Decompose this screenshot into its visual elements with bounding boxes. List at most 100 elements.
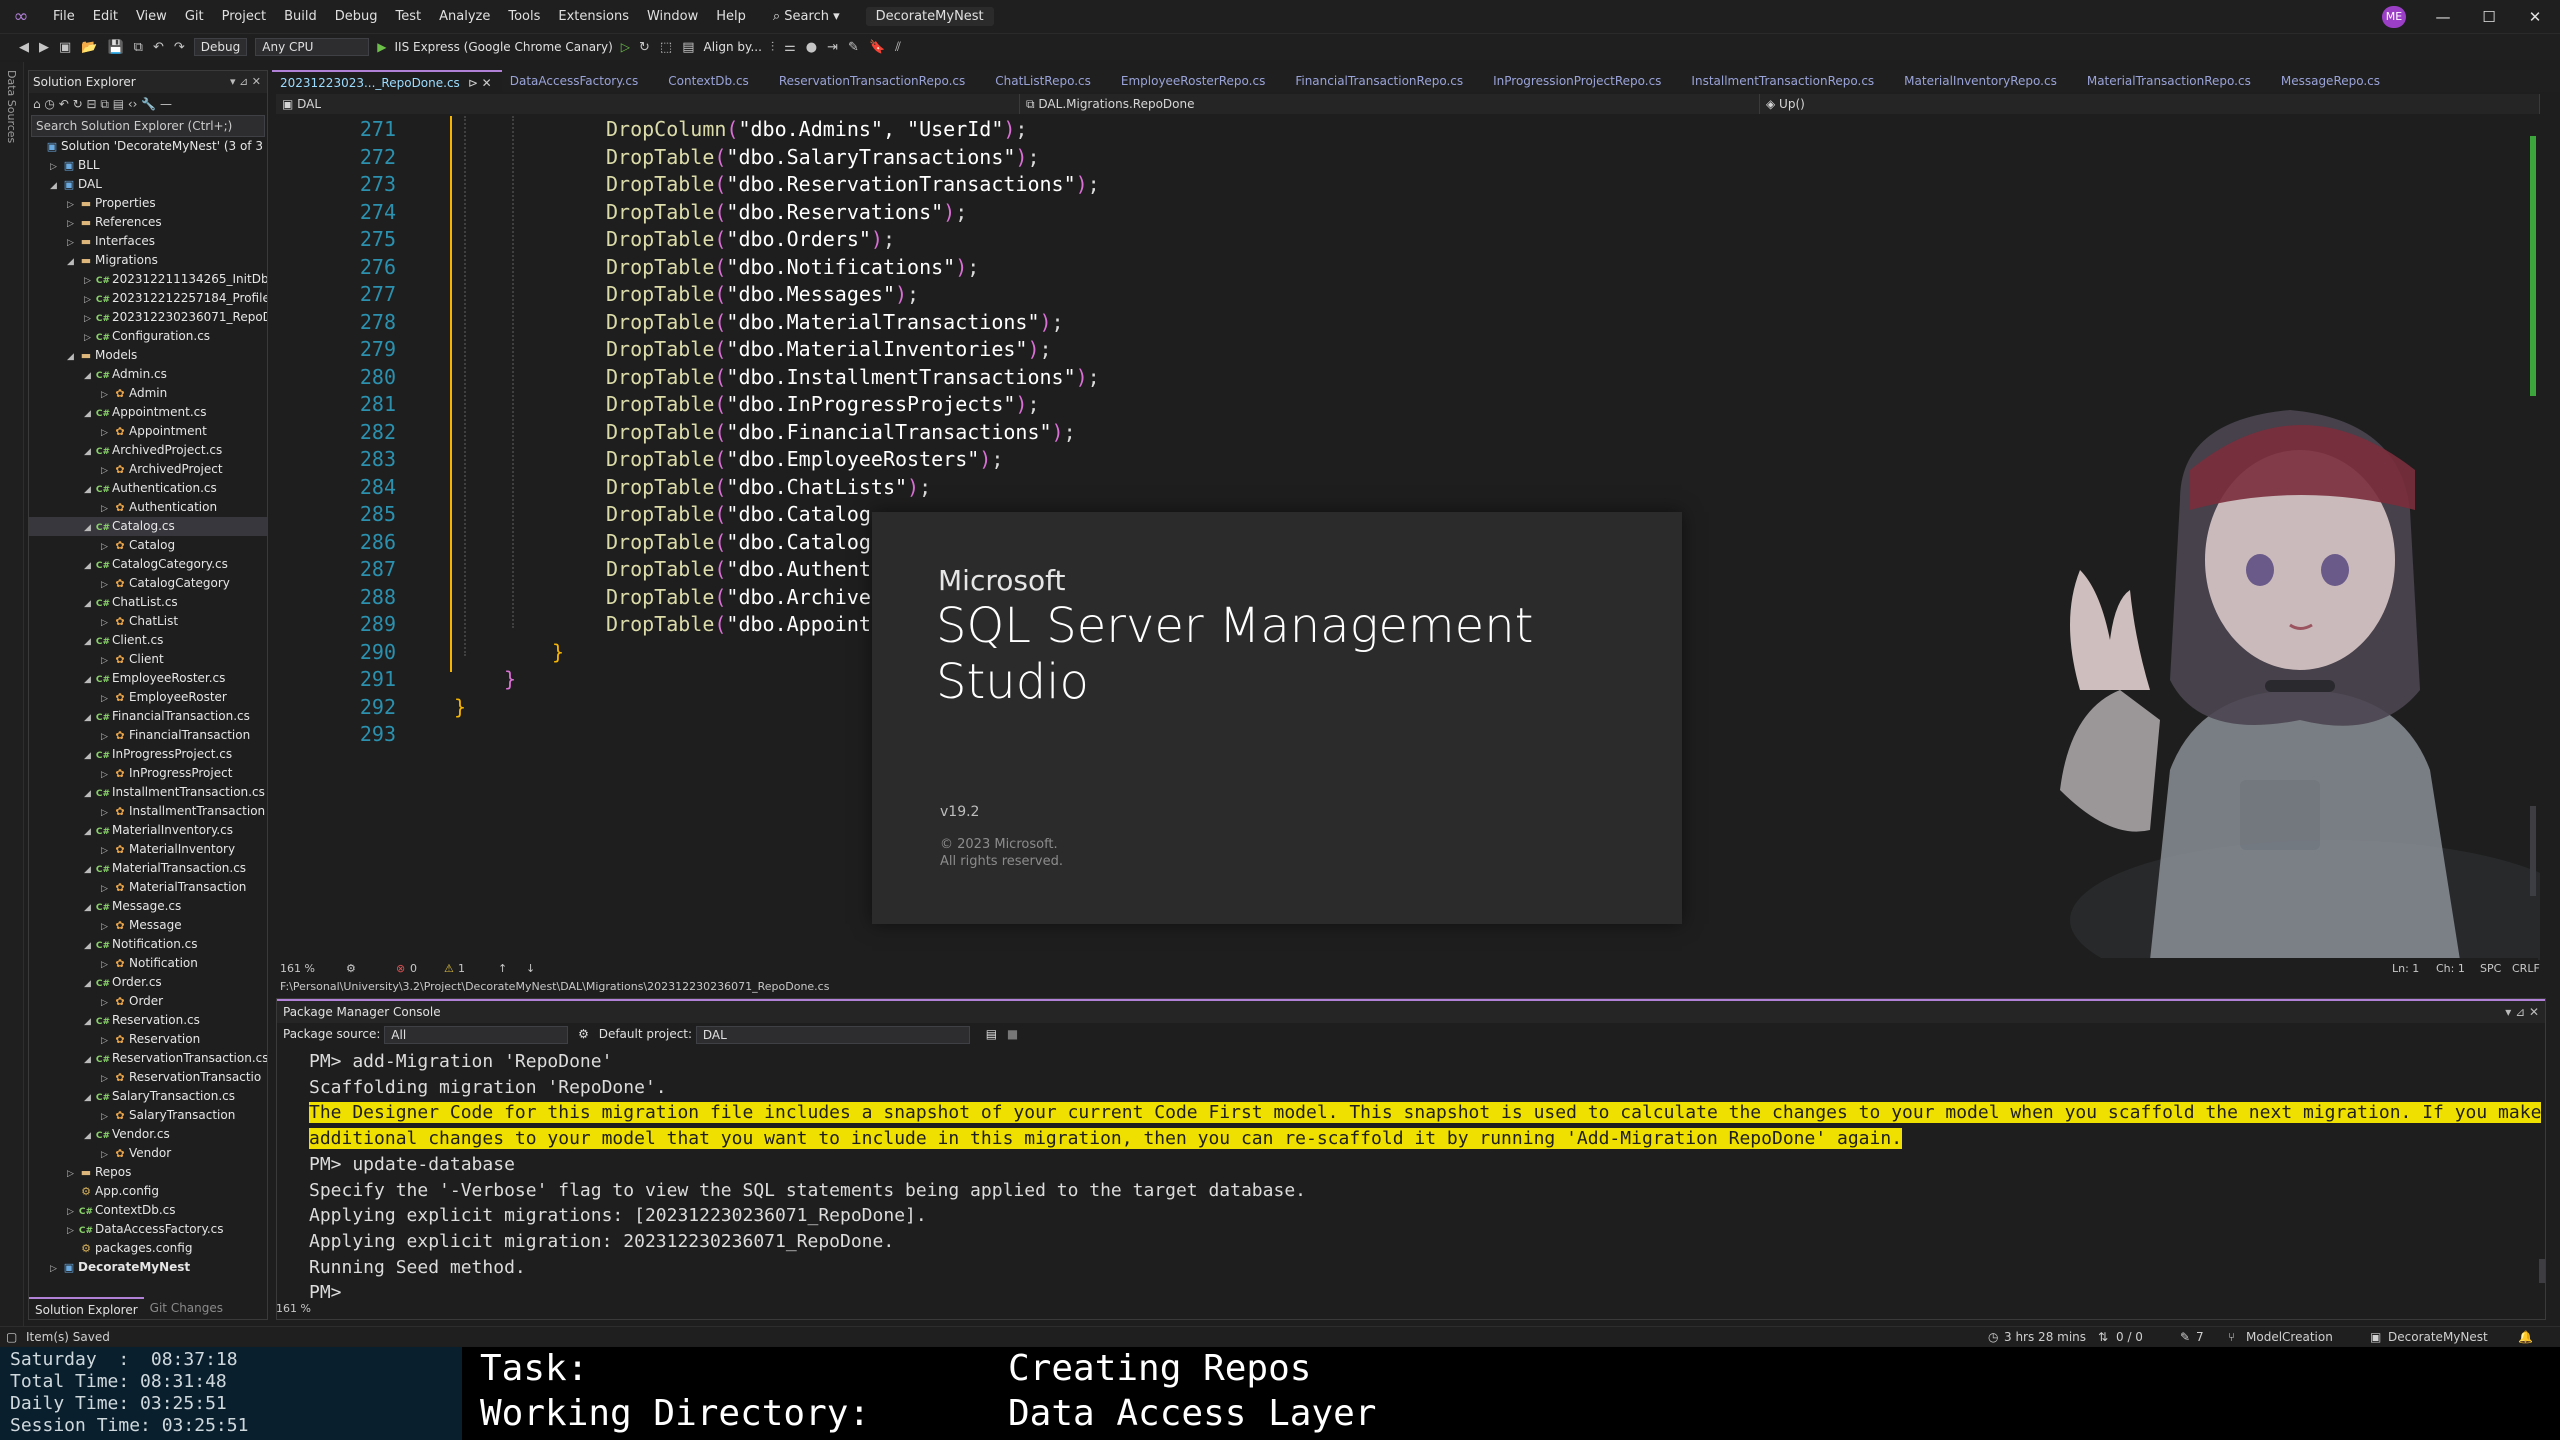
tree-item[interactable]: ◢ C# ReservationTransaction.cs [29,1049,267,1068]
tree-item[interactable]: ▷ ✿ ReservationTransactio [29,1068,267,1087]
expanded-chevron-icon[interactable]: ◢ [84,785,94,802]
tree-item[interactable]: ◢ C# Message.cs [29,897,267,916]
tree-item[interactable]: ▷ C# DataAccessFactory.cs [29,1220,267,1239]
save-icon[interactable]: 💾 [102,40,128,55]
tree-item[interactable]: ⚙ App.config [29,1182,267,1201]
collapsed-chevron-icon[interactable]: ▷ [101,918,111,935]
collapsed-chevron-icon[interactable]: ▷ [101,690,111,707]
collapsed-chevron-icon[interactable]: ▷ [67,1203,77,1220]
expanded-chevron-icon[interactable]: ◢ [50,177,60,194]
expanded-chevron-icon[interactable]: ◢ [84,595,94,612]
collapsed-chevron-icon[interactable]: ▷ [101,1032,111,1049]
tree-item[interactable]: ◢ ▬ Migrations [29,251,267,270]
collapsed-chevron-icon[interactable]: ▷ [101,1070,111,1087]
tree-item[interactable]: ◢ C# Authentication.cs [29,479,267,498]
collapsed-chevron-icon[interactable]: ▷ [101,576,111,593]
tree-item[interactable]: ◢ C# Catalog.cs [29,517,267,536]
align-icon[interactable]: ⫶ [766,40,779,55]
tab-document[interactable]: ContextDb.cs [660,70,771,92]
tree-item[interactable]: ▷ ▬ Repos [29,1163,267,1182]
tree-item[interactable]: ▷ ✿ Message [29,916,267,935]
expanded-chevron-icon[interactable]: ◢ [84,557,94,574]
error-icon[interactable]: ⊗ [396,962,405,975]
collapsed-chevron-icon[interactable]: ▷ [101,994,111,1011]
stop-icon[interactable]: ■ [1007,1027,1018,1041]
menu-view[interactable]: View [127,0,176,34]
tree-item[interactable]: ▷ ✿ InstallmentTransaction [29,802,267,821]
tree-item[interactable]: ▷ C# 202312230236071_RepoDo [29,308,267,327]
collapsed-chevron-icon[interactable]: ▷ [101,842,111,859]
pmc-zoom-select[interactable]: 161 % [276,1302,336,1318]
menu-test[interactable]: Test [387,0,431,34]
tree-item[interactable]: ▷ ✿ Vendor [29,1144,267,1163]
tree-item[interactable]: ▷ ✿ ChatList [29,612,267,631]
tree-item[interactable]: ▷ ▣ BLL [29,156,267,175]
tab-document[interactable]: 20231223023..._RepoDone.cs ⊳ ✕ [272,70,502,92]
expanded-chevron-icon[interactable]: ◢ [84,937,94,954]
tree-item[interactable]: ▷ ▬ Interfaces [29,232,267,251]
breakpoint-icon[interactable]: ● [801,40,822,55]
nav-class-select[interactable]: ⧉ DAL.Migrations.RepoDone [1020,94,1760,114]
distribute-icon[interactable]: ⚌ [779,40,801,55]
expanded-chevron-icon[interactable]: ◢ [84,1089,94,1106]
pending-changes[interactable]: 7 [2196,1327,2204,1347]
close-tab-icon[interactable]: ⊳ ✕ [468,76,492,90]
collapsed-chevron-icon[interactable]: ▷ [50,158,60,175]
run-target-button[interactable]: IIS Express (Google Chrome Canary) [390,40,616,54]
tree-item[interactable]: ▷ C# 202312211134265_InitDb.c [29,270,267,289]
save-all-icon[interactable]: ⧉ [129,40,148,55]
tree-item[interactable]: ◢ C# Appointment.cs [29,403,267,422]
expanded-chevron-icon[interactable]: ◢ [84,823,94,840]
collapsed-chevron-icon[interactable]: ▷ [67,196,77,213]
menu-edit[interactable]: Edit [84,0,127,34]
bookmark-icon[interactable]: 🔖 [864,40,890,55]
collapsed-chevron-icon[interactable]: ▷ [101,804,111,821]
align-button[interactable]: Align by... [700,40,766,54]
tree-item[interactable]: ▷ ✿ MaterialInventory [29,840,267,859]
tree-item[interactable]: ▷ ✿ Admin [29,384,267,403]
expanded-chevron-icon[interactable]: ◢ [84,443,94,460]
layout-icon[interactable]: ▤ [677,40,699,55]
tab-document[interactable]: ChatListRepo.cs [987,70,1113,92]
solution-name-badge[interactable]: DecorateMyNest [865,7,994,26]
expanded-chevron-icon[interactable]: ◢ [84,519,94,536]
tree-item[interactable]: ▣ Solution 'DecorateMyNest' (3 of 3 p [29,137,267,156]
comment-icon[interactable]: ⫽ [890,40,906,55]
tree-item[interactable]: ◢ C# Order.cs [29,973,267,992]
tree-item[interactable]: ◢ C# SalaryTransaction.cs [29,1087,267,1106]
tab-document[interactable]: MaterialInventoryRepo.cs [1896,70,2079,92]
run-without-debug-icon[interactable]: ▷ [617,40,634,54]
tree-item[interactable]: ▷ ▬ Properties [29,194,267,213]
refresh-icon[interactable]: ↻ [634,40,655,55]
menu-debug[interactable]: Debug [326,0,387,34]
tree-item[interactable]: ▷ ✿ Reservation [29,1030,267,1049]
configuration-select[interactable]: Debug [193,38,248,56]
browser-link-icon[interactable]: ⬚ [655,40,677,55]
collapsed-chevron-icon[interactable]: ▷ [84,329,94,346]
tree-item[interactable]: ▷ C# ContextDb.cs [29,1201,267,1220]
indent-mode[interactable]: SPC [2480,962,2501,975]
tree-item[interactable]: ▷ ✿ EmployeeRoster [29,688,267,707]
collapsed-chevron-icon[interactable]: ▷ [67,215,77,232]
expanded-chevron-icon[interactable]: ◢ [84,405,94,422]
collapsed-chevron-icon[interactable]: ▷ [101,1146,111,1163]
minimize-icon[interactable]: — [2420,0,2466,34]
expanded-chevron-icon[interactable]: ◢ [84,1127,94,1144]
collapsed-chevron-icon[interactable]: ▷ [84,291,94,308]
expanded-chevron-icon[interactable]: ◢ [84,1051,94,1068]
clear-console-icon[interactable]: ▤ [986,1027,997,1041]
nav-project-select[interactable]: ▣ DAL [276,94,1020,114]
tree-item[interactable]: ◢ C# EmployeeRoster.cs [29,669,267,688]
menu-project[interactable]: Project [213,0,275,34]
collapsed-chevron-icon[interactable]: ▷ [67,234,77,251]
menu-tools[interactable]: Tools [499,0,549,34]
package-source-select[interactable]: All [384,1025,569,1044]
tree-item[interactable]: ▷ ✿ CatalogCategory [29,574,267,593]
collapsed-chevron-icon[interactable]: ▷ [101,424,111,441]
tree-item[interactable]: ◢ C# InstallmentTransaction.cs [29,783,267,802]
menu-extensions[interactable]: Extensions [549,0,638,34]
search-button[interactable]: ⌕ Search ▾ [763,7,850,26]
tree-item[interactable]: ▷ ✿ Client [29,650,267,669]
tree-item[interactable]: ◢ C# CatalogCategory.cs [29,555,267,574]
run-icon[interactable]: ▶ [373,40,390,54]
